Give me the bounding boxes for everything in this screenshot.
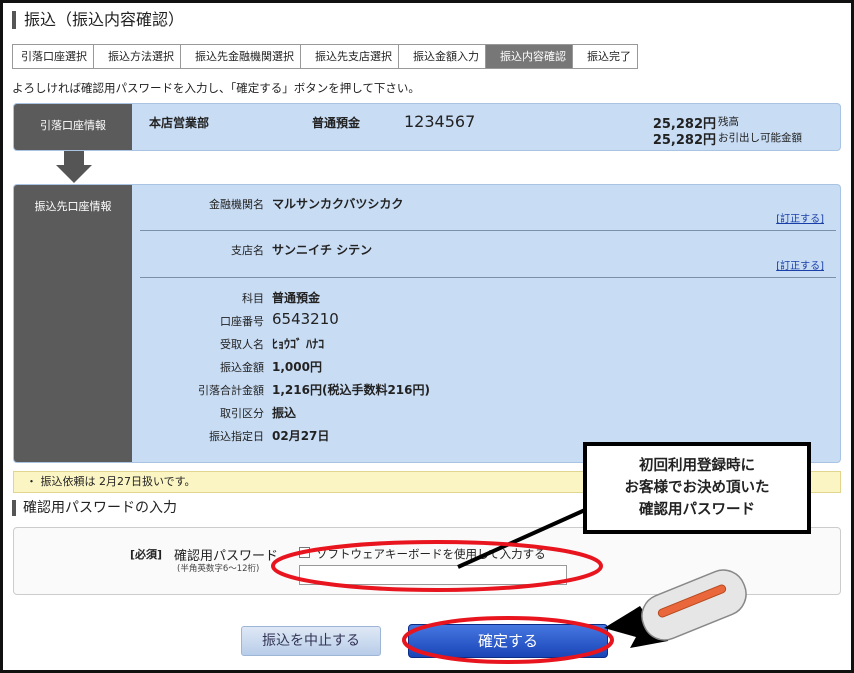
annotation-overlay <box>271 508 747 664</box>
callout-pointer-line <box>457 508 586 569</box>
callout-line-2: お客様でお決め頂いた <box>624 480 770 496</box>
callout-line-1: 初回利用登録時に <box>639 458 755 474</box>
password-callout: 初回利用登録時に お客様でお決め頂いた 確認用パスワード <box>583 442 811 534</box>
confirm-highlight-ellipse <box>402 616 614 664</box>
mouse-icon <box>604 569 747 648</box>
password-highlight-ellipse <box>271 540 603 592</box>
callout-line-3: 確認用パスワード <box>639 502 755 518</box>
